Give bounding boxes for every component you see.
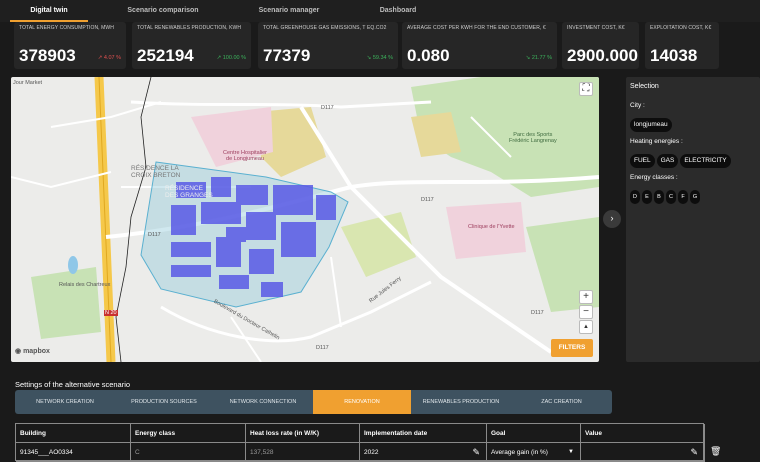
map-label: D117 bbox=[531, 310, 544, 316]
cell-energy-class: C bbox=[131, 443, 246, 462]
road-shield: N 20 bbox=[104, 310, 118, 316]
class-chip[interactable]: C bbox=[666, 190, 676, 204]
arrow-up-icon: ↗ bbox=[97, 55, 103, 61]
cell-value[interactable]: ✎ bbox=[581, 443, 705, 462]
kpi-delta: ↘ 21.77 % bbox=[525, 55, 552, 61]
map-label: Parc des Sports Frédéric Langrenay bbox=[509, 132, 557, 144]
column-header: Value bbox=[581, 424, 705, 443]
class-chip[interactable]: B bbox=[654, 190, 664, 204]
kpi-card-ghg: TOTAL GREENHOUSE GAS EMISSIONS, T EQ.CO2… bbox=[258, 22, 398, 69]
kpi-label: TOTAL RENEWABLES PRODUCTION, KWH bbox=[137, 25, 242, 31]
class-chip[interactable]: F bbox=[678, 190, 688, 204]
column-header: Goal bbox=[487, 424, 581, 443]
column-header: Building bbox=[16, 424, 131, 443]
tab-network-connection[interactable]: NETWORK CONNECTION bbox=[213, 390, 313, 414]
zoom-out-button[interactable]: − bbox=[579, 305, 593, 319]
kpi-card-energy-consumption: TOTAL ENERGY CONSUMPTION, MWH 378903 ↗ 4… bbox=[14, 22, 126, 69]
edit-icon[interactable]: ✎ bbox=[690, 443, 698, 462]
heating-chip[interactable]: GAS bbox=[656, 154, 679, 168]
kpi-value: 0.080 bbox=[407, 46, 450, 65]
classes-label: Energy classes : bbox=[630, 174, 678, 181]
map-label: D117 bbox=[316, 345, 329, 351]
map-label: D117 bbox=[148, 232, 161, 238]
settings-tabs: NETWORK CREATION PRODUCTION SOURCES NETW… bbox=[15, 390, 612, 414]
class-chip[interactable]: E bbox=[642, 190, 652, 204]
fullscreen-icon: ⛶ bbox=[582, 83, 590, 94]
kpi-value: 378903 bbox=[19, 46, 76, 65]
compass-button[interactable]: ▲ bbox=[579, 320, 593, 334]
column-header: Energy class bbox=[131, 424, 246, 443]
kpi-label: TOTAL ENERGY CONSUMPTION, MWH bbox=[19, 25, 114, 31]
tab-scenario-manager[interactable]: Scenario manager bbox=[248, 0, 330, 22]
tab-scenario-comparison[interactable]: Scenario comparison bbox=[118, 0, 208, 22]
mapbox-logo: ◉ mapbox bbox=[15, 348, 50, 355]
class-chip[interactable]: D bbox=[630, 190, 640, 204]
map-label: Jour Market bbox=[13, 80, 43, 86]
top-navigation: Digital twin Scenario comparison Scenari… bbox=[0, 0, 760, 22]
map-view[interactable]: Jour Market Centre Hospitalier de Longjum… bbox=[11, 77, 599, 362]
kpi-label: AVERAGE COST PER KWH FOR THE END CUSTOME… bbox=[407, 25, 546, 31]
kpi-delta: ↘ 59.34 % bbox=[366, 55, 393, 61]
chevron-right-icon: › bbox=[610, 213, 614, 223]
cell-heat-loss: 137,528 bbox=[246, 443, 360, 462]
mapbox-icon: ◉ bbox=[15, 348, 22, 355]
kpi-label: INVESTMENT COST, K€ bbox=[567, 25, 625, 31]
map-label: Centre Hospitalier de Longjumeau bbox=[223, 150, 268, 162]
map-label: D117 bbox=[321, 105, 334, 111]
column-header: Heat loss rate (in W/K) bbox=[246, 424, 360, 443]
expand-panel-button[interactable]: › bbox=[603, 210, 621, 228]
kpi-card-exploitation: EXPLOITATION COST, K€ 14038 bbox=[645, 22, 719, 69]
kpi-card-renewables: TOTAL RENEWABLES PRODUCTION, KWH 252194 … bbox=[132, 22, 251, 69]
cell-date[interactable]: 2022 ✎ bbox=[360, 443, 487, 462]
kpi-value: 252194 bbox=[137, 46, 194, 65]
tab-renovation[interactable]: RENOVATION bbox=[313, 390, 411, 414]
field-area bbox=[341, 212, 416, 277]
kpi-label: EXPLOITATION COST, K€ bbox=[650, 25, 712, 31]
arrow-down-icon: ↘ bbox=[525, 55, 531, 61]
cell-building: 91345___AO0334 bbox=[16, 443, 131, 462]
map-label: RÉSIDENCE LA CROIX BRETON bbox=[131, 165, 181, 179]
filters-button[interactable]: FILTERS bbox=[551, 339, 593, 357]
settings-title: Settings of the alternative scenario bbox=[15, 380, 131, 389]
selection-title: Selection bbox=[630, 83, 659, 90]
clinic-area bbox=[446, 202, 526, 259]
zoom-in-button[interactable]: + bbox=[579, 290, 593, 304]
goal-select[interactable]: Average gain (in %) ▼ bbox=[487, 443, 581, 462]
chevron-down-icon: ▼ bbox=[568, 449, 574, 455]
map-label: D117 bbox=[421, 197, 434, 203]
map-canvas bbox=[11, 77, 599, 362]
delete-icon[interactable]: 🗑 bbox=[710, 446, 721, 457]
kpi-delta: ↗ 100.00 % bbox=[216, 55, 246, 61]
tab-production-sources[interactable]: PRODUCTION SOURCES bbox=[115, 390, 213, 414]
column-header: Implementation date bbox=[360, 424, 487, 443]
kpi-card-investment: INVESTMENT COST, K€ 2900.000 bbox=[562, 22, 639, 69]
city-label: City : bbox=[630, 102, 645, 109]
tab-zac-creation[interactable]: ZAC CREATION bbox=[511, 390, 612, 414]
renovation-table: Building Energy class Heat loss rate (in… bbox=[15, 423, 705, 462]
tab-digital-twin[interactable]: Digital twin bbox=[10, 0, 88, 22]
class-chip[interactable]: G bbox=[690, 190, 700, 204]
tab-network-creation[interactable]: NETWORK CREATION bbox=[15, 390, 115, 414]
arrow-down-icon: ↘ bbox=[366, 55, 372, 61]
map-label: RÉSIDENCE DES GRANGES bbox=[165, 185, 213, 199]
fullscreen-button[interactable]: ⛶ bbox=[579, 82, 593, 96]
kpi-value: 14038 bbox=[650, 46, 698, 65]
heating-chip[interactable]: FUEL bbox=[630, 154, 655, 168]
selection-panel: Selection City : longjumeau Heating ener… bbox=[626, 77, 760, 362]
heating-chip[interactable]: ELECTRICITY bbox=[680, 154, 731, 168]
tab-renewables-production[interactable]: RENEWABLES PRODUCTION bbox=[411, 390, 511, 414]
map-label: Relais des Chartreux bbox=[59, 282, 111, 288]
kpi-value: 77379 bbox=[263, 46, 311, 65]
city-chip[interactable]: longjumeau bbox=[630, 118, 672, 132]
park-area bbox=[31, 267, 101, 339]
kpi-card-avg-cost: AVERAGE COST PER KWH FOR THE END CUSTOME… bbox=[402, 22, 557, 69]
heating-label: Heating energies : bbox=[630, 138, 683, 145]
kpi-label: TOTAL GREENHOUSE GAS EMISSIONS, T EQ.CO2 bbox=[263, 25, 387, 31]
tab-dashboard[interactable]: Dashboard bbox=[370, 0, 426, 22]
kpi-delta: ↗ 4.07 % bbox=[97, 55, 121, 61]
kpi-value: 2900.000 bbox=[567, 46, 638, 65]
arrow-up-icon: ↗ bbox=[216, 55, 222, 61]
map-label: Clinique de l'Yvette bbox=[468, 224, 515, 230]
edit-icon[interactable]: ✎ bbox=[472, 443, 480, 462]
